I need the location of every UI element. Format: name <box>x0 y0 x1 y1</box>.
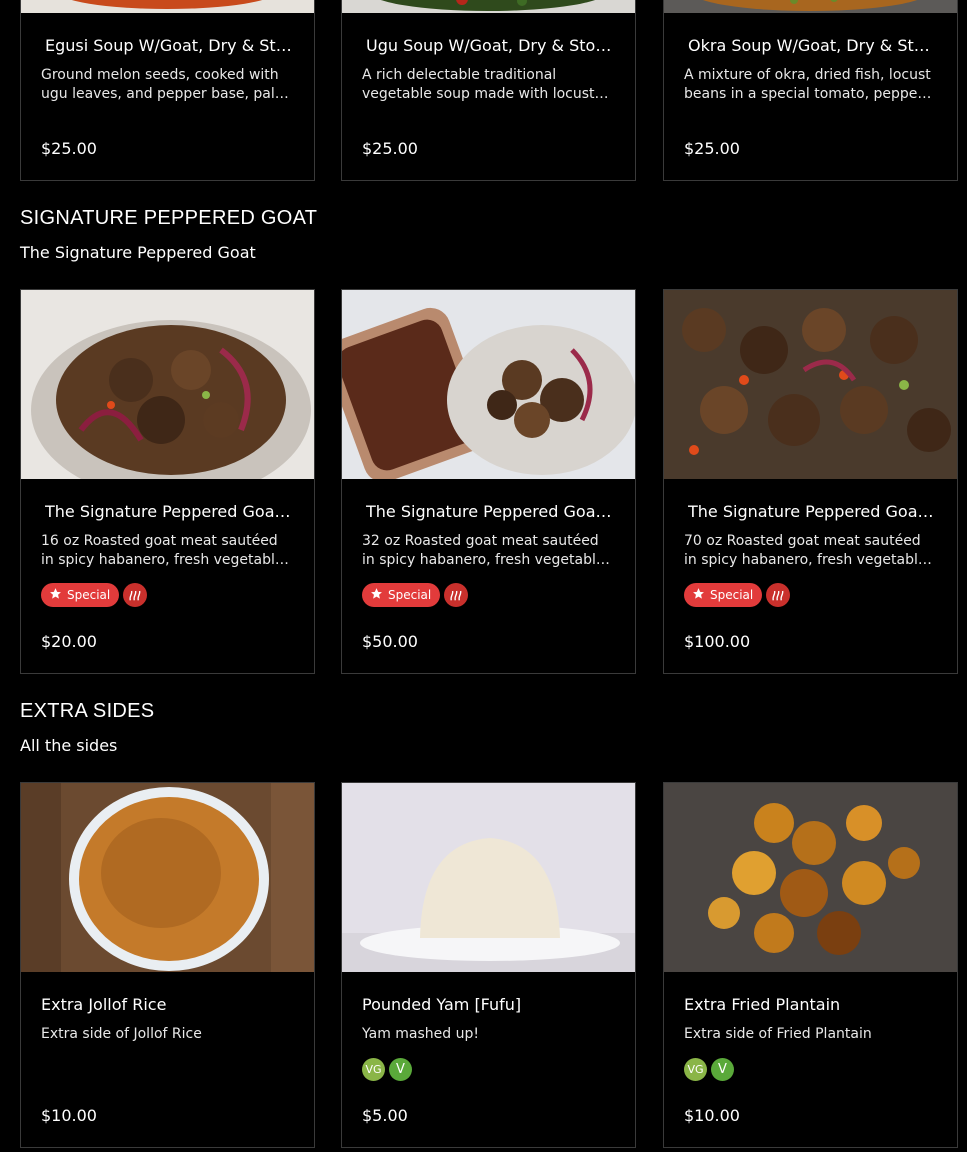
item-title: Extra Fried Plantain <box>684 995 841 1014</box>
item-description: 32 oz Roasted goat meat sautéed in spicy… <box>362 533 612 568</box>
special-label: Special <box>710 588 754 602</box>
special-badge: Special <box>362 583 441 607</box>
vegan-badge: VG <box>362 1057 385 1081</box>
star-icon <box>370 587 383 603</box>
special-badge: Special <box>684 583 763 607</box>
item-description: A rich delectable traditional vegetable … <box>362 67 595 102</box>
vegetarian-badge: V <box>389 1057 412 1081</box>
food-photo <box>342 0 635 13</box>
menu-item-card[interactable]: Extra Fried Plantain Extra side of Fried… <box>663 782 958 1148</box>
item-description: A mixture of okra, dried fish, locust be… <box>684 67 931 102</box>
item-price: $20.00 <box>41 632 97 651</box>
item-description: 70 oz Roasted goat meat sautéed in spicy… <box>684 533 934 568</box>
item-badges: Special <box>41 583 148 607</box>
item-title: Okra Soup W/Goat, Dry & Stock Fish <box>688 36 937 55</box>
item-description: 16 oz Roasted goat meat sautéed in spicy… <box>41 533 291 568</box>
food-photo <box>21 290 314 479</box>
menu-item-card[interactable]: Pounded Yam [Fufu] Yam mashed up! VG V $… <box>341 782 636 1148</box>
menu-item-card[interactable]: The Signature Peppered Goat (70 oz) 70 o… <box>663 289 958 674</box>
food-photo <box>342 783 635 972</box>
food-photo <box>342 290 635 479</box>
food-photo <box>21 783 314 972</box>
menu-item-card[interactable]: Extra Jollof Rice Extra side of Jollof R… <box>20 782 315 1148</box>
item-badges: VG V <box>362 1057 412 1081</box>
menu-item-card[interactable]: The Signature Peppered Goat (32 oz) 32 o… <box>341 289 636 674</box>
special-label: Special <box>388 588 432 602</box>
item-price: $25.00 <box>684 139 740 158</box>
item-title: Extra Jollof Rice <box>41 995 167 1014</box>
item-badges: Special <box>362 583 469 607</box>
section-subtitle: All the sides <box>20 736 118 755</box>
special-badge: Special <box>41 583 120 607</box>
special-label: Special <box>67 588 111 602</box>
item-description: Ground melon seeds, cooked with ugu leav… <box>41 67 289 102</box>
item-title: The Signature Peppered Goat (70 oz) <box>688 502 937 521</box>
chili-flame-icon <box>123 583 148 607</box>
menu-item-card[interactable]: The Signature Peppered Goat (16 oz) 16 o… <box>20 289 315 674</box>
section-subtitle: The Signature Peppered Goat <box>20 243 256 262</box>
food-photo <box>664 0 957 13</box>
section-title: EXTRA SIDES <box>20 700 155 722</box>
chili-flame-icon <box>766 583 791 607</box>
chili-flame-icon <box>444 583 469 607</box>
item-description: Yam mashed up! <box>362 1026 479 1042</box>
item-price: $10.00 <box>41 1106 97 1125</box>
item-price: $25.00 <box>41 139 97 158</box>
menu-item-card[interactable]: Ugu Soup W/Goat, Dry & Stock Fish A rich… <box>341 0 636 181</box>
item-price: $10.00 <box>684 1106 740 1125</box>
vegetarian-badge: V <box>711 1057 734 1081</box>
section-title: SIGNATURE PEPPERED GOAT <box>20 207 318 229</box>
food-photo <box>21 0 314 13</box>
menu-item-card[interactable]: Egusi Soup W/Goat, Dry & Stock Fish Grou… <box>20 0 315 181</box>
item-price: $5.00 <box>362 1106 408 1125</box>
food-photo <box>664 290 957 479</box>
food-photo <box>664 783 957 972</box>
vegan-badge: VG <box>684 1057 707 1081</box>
item-price: $100.00 <box>684 632 751 651</box>
item-badges: Special <box>684 583 791 607</box>
item-description: Extra side of Fried Plantain <box>684 1026 872 1042</box>
item-title: Ugu Soup W/Goat, Dry & Stock Fish <box>366 36 615 55</box>
item-title: Pounded Yam [Fufu] <box>362 995 522 1014</box>
item-badges: VG V <box>684 1057 734 1081</box>
item-title: The Signature Peppered Goat (32 oz) <box>366 502 615 521</box>
item-title: Egusi Soup W/Goat, Dry & Stock Fish <box>45 36 294 55</box>
item-title: The Signature Peppered Goat (16 oz) <box>45 502 294 521</box>
menu-item-card[interactable]: Okra Soup W/Goat, Dry & Stock Fish A mix… <box>663 0 958 181</box>
item-price: $50.00 <box>362 632 418 651</box>
star-icon <box>49 587 62 603</box>
item-price: $25.00 <box>362 139 418 158</box>
item-description: Extra side of Jollof Rice <box>41 1026 202 1042</box>
star-icon <box>692 587 705 603</box>
